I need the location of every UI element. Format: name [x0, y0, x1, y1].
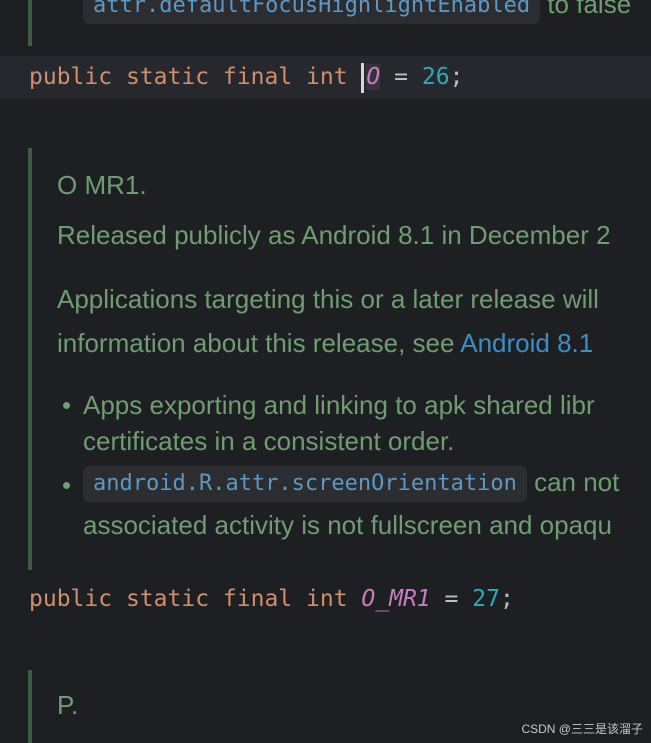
doc-bar-p	[28, 670, 32, 743]
doc-released: Released publicly as Android 8.1 in Dece…	[57, 220, 611, 250]
bullet-dot-2: •	[62, 470, 72, 500]
doc-apps-line2: information about this release, see Andr…	[57, 328, 593, 359]
doc-bar-omr1	[28, 148, 32, 570]
keyword-static: static	[125, 64, 210, 90]
value-26: 26	[421, 64, 450, 90]
doc-bullet2-tail: can not	[534, 466, 620, 497]
equals-sign: =	[444, 586, 459, 612]
doc-bullet1-line1: Apps exporting and linking to apk shared…	[83, 390, 595, 420]
keyword-final: final	[222, 586, 293, 612]
field-o[interactable]: O	[366, 64, 381, 90]
doc-apps-line2-prefix: information about this release, see	[57, 328, 455, 358]
doc-top-fragment: attr.defaultFocusHighlightEnabled to fal…	[83, 0, 631, 24]
doc-top-tail: to false	[547, 0, 632, 19]
doc-bullet2-line1: android.R.attr.screenOrientation can not	[83, 466, 619, 502]
doc-title-p: P.	[57, 690, 79, 720]
keyword-public: public	[29, 586, 113, 612]
field-o-mr1[interactable]: O_MR1	[361, 586, 430, 612]
keyword-final: final	[222, 64, 293, 90]
doc-bar-top	[28, 0, 32, 46]
android-8-1-link[interactable]: Android 8.1	[460, 328, 593, 358]
doc-apps-line1: Applications targeting this or a later r…	[57, 284, 599, 314]
doc-bullet2-line2: associated activity is not fullscreen an…	[83, 510, 612, 540]
equals-sign: =	[394, 64, 408, 90]
keyword-static: static	[125, 586, 210, 612]
doc-title-omr1: O MR1.	[57, 170, 147, 200]
doc-bullet1-line2: certificates in a consistent order.	[83, 426, 455, 456]
keyword-int: int	[306, 586, 348, 612]
text-caret	[361, 62, 365, 93]
semicolon: ;	[449, 64, 464, 90]
keyword-public: public	[29, 64, 113, 90]
value-27: 27	[472, 586, 500, 612]
csdn-watermark: CSDN @三三是该溜子	[521, 722, 643, 736]
code-line-o[interactable]: public static final int O = 26;	[0, 56, 651, 98]
code-chip-default-focus[interactable]: attr.defaultFocusHighlightEnabled	[83, 0, 541, 24]
keyword-int: int	[306, 64, 348, 90]
semicolon: ;	[499, 586, 514, 612]
code-chip-screen-orientation[interactable]: android.R.attr.screenOrientation	[83, 466, 527, 502]
bullet-dot-1: •	[62, 390, 72, 420]
code-line-o-mr1[interactable]: public static final int O_MR1 = 27;	[0, 578, 651, 620]
